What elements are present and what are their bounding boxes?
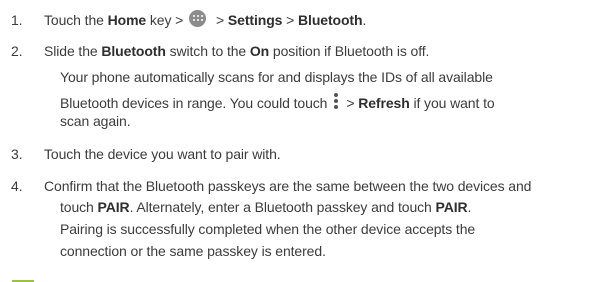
step-note-line-2: connection or the same passkey is entere… — [60, 243, 326, 259]
step-note-line-1: Your phone automatically scans for and d… — [60, 69, 493, 85]
text-run: key > — [146, 12, 184, 28]
refresh-label: Refresh — [358, 95, 410, 111]
bluetooth-label: Bluetooth — [298, 12, 363, 28]
apps-grid-icon — [189, 9, 207, 27]
text-run: touch — [60, 199, 98, 215]
text-run: > — [346, 95, 359, 111]
pair-label: PAIR — [97, 199, 130, 215]
text-run: . — [362, 12, 367, 28]
step-text-line-1: Confirm that the Bluetooth passkeys are … — [44, 178, 532, 194]
step-number: 1. — [11, 12, 23, 28]
text-run: position if Bluetooth is off. — [269, 43, 430, 59]
text-run: if you want to — [409, 95, 495, 111]
text-run: > — [212, 12, 228, 28]
bluetooth-label: Bluetooth — [101, 43, 166, 59]
on-label: On — [249, 43, 270, 59]
instructions-document: 1. Touch the Home key > > Settings > Blu… — [0, 0, 589, 282]
step-note-line-1: Pairing is successfully completed when t… — [60, 221, 476, 237]
home-key-label: Home — [107, 12, 147, 28]
text-run: Slide the — [44, 43, 102, 59]
text-run: switch to the — [165, 43, 250, 59]
text-run: . — [467, 199, 472, 215]
step-note-line-2: Bluetooth devices in range. You could to… — [60, 93, 495, 112]
step-text: Touch the Home key > > Settings > Blueto… — [44, 9, 367, 30]
text-run: . Alternately, enter a Bluetooth passkey… — [129, 199, 436, 215]
step-note-line-3: scan again. — [60, 113, 131, 129]
step-text-line-2: touch PAIR. Alternately, enter a Bluetoo… — [60, 198, 471, 216]
step-text: Slide the Bluetooth switch to the On pos… — [44, 42, 429, 60]
text-run: Touch the — [44, 12, 108, 28]
settings-label: Settings — [227, 12, 283, 28]
step-number: 2. — [11, 43, 23, 59]
step-number: 4. — [11, 178, 23, 194]
overflow-menu-icon — [334, 93, 339, 110]
text-run: Bluetooth devices in range. You could to… — [60, 95, 328, 111]
text-run: > — [282, 12, 299, 28]
pair-label: PAIR — [435, 199, 468, 215]
step-number: 3. — [11, 146, 23, 162]
step-text: Touch the device you want to pair with. — [44, 146, 281, 162]
